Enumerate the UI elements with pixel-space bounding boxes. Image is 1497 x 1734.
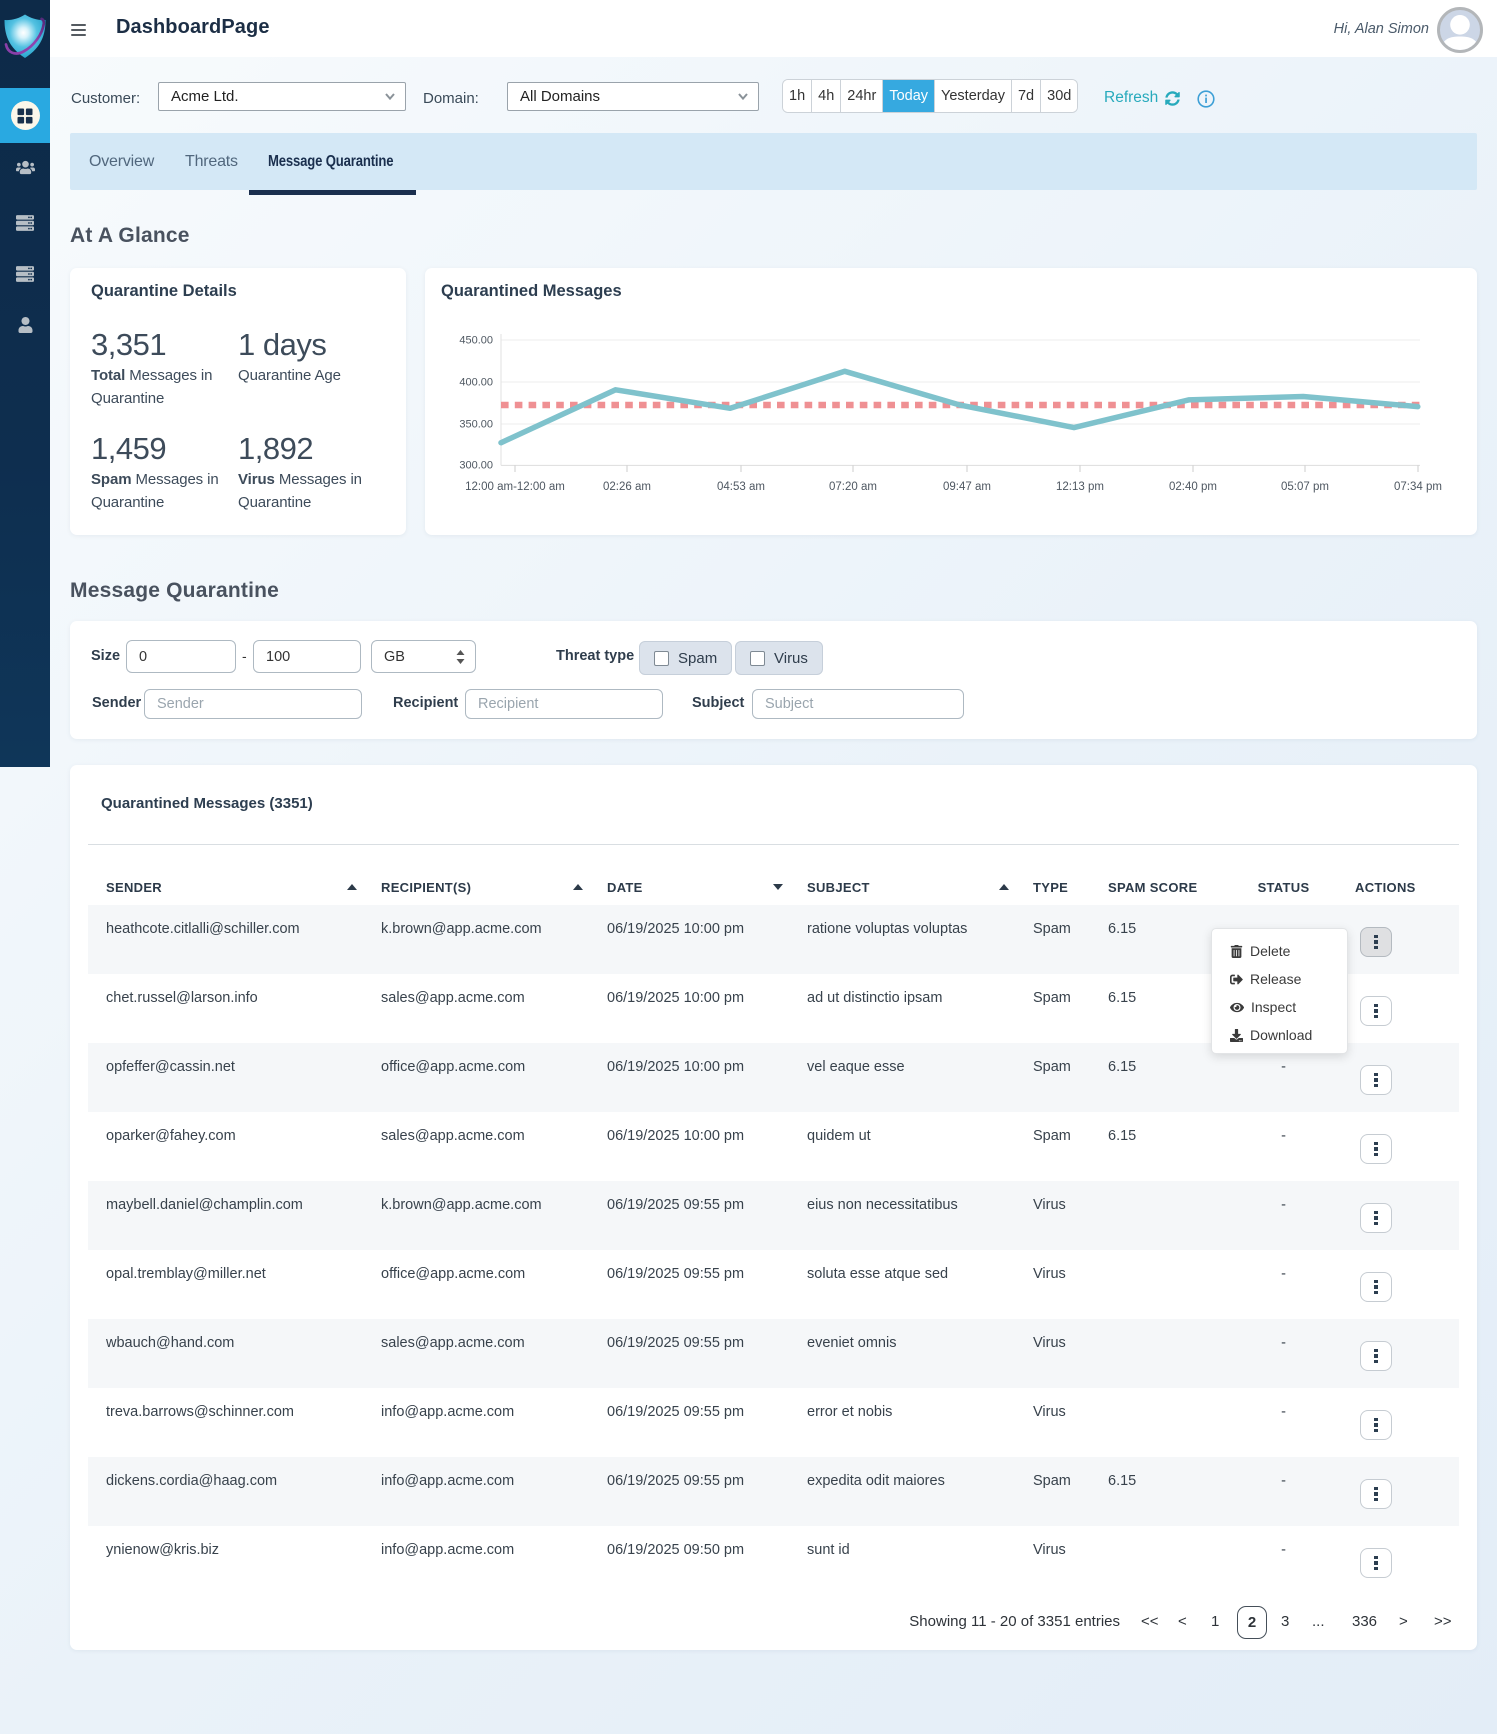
svg-text:450.00: 450.00 [459, 335, 493, 347]
svg-text:05:07 pm: 05:07 pm [1281, 481, 1329, 493]
svg-text:350.00: 350.00 [459, 419, 493, 431]
svg-text:400.00: 400.00 [459, 377, 493, 389]
svg-text:12:13 pm: 12:13 pm [1056, 481, 1104, 493]
svg-text:02:26 am: 02:26 am [603, 481, 651, 493]
svg-text:300.00: 300.00 [459, 460, 493, 472]
svg-text:07:20 am: 07:20 am [829, 481, 877, 493]
svg-text:02:40 pm: 02:40 pm [1169, 481, 1217, 493]
svg-text:04:53 am: 04:53 am [717, 481, 765, 493]
svg-text:09:47 am: 09:47 am [943, 481, 991, 493]
svg-text:12:00 am-12:00 am: 12:00 am-12:00 am [465, 481, 565, 493]
svg-text:07:34 pm: 07:34 pm [1394, 481, 1442, 493]
